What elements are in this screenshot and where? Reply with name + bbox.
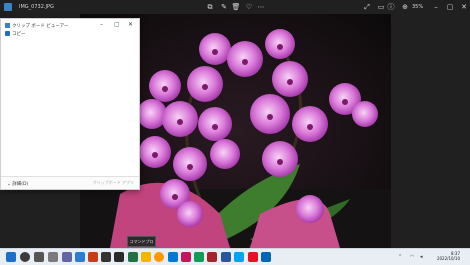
start-icon[interactable] (6, 252, 16, 262)
photos-taskbar-icon[interactable] (261, 252, 271, 262)
office-icon[interactable] (88, 252, 98, 262)
clipboard-minimize-button[interactable]: – (100, 21, 103, 28)
clipboard-maximize-button[interactable]: ▢ (114, 21, 120, 28)
photos-titlebar: IMG_0732.JPG ⧉ ✎ 🗑 ♡ ⋯ ⤢ ▭ ⓘ ⊕ 35% – ▢ ✕ (0, 0, 470, 14)
file-explorer-icon[interactable] (141, 252, 151, 262)
zoom-icon[interactable]: ⊕ (400, 2, 410, 12)
clipboard-title-text: クリップ ボード ビューアー (12, 24, 69, 29)
clipboard-viewer-window[interactable]: クリップ ボード ビューアー – ▢ ✕ コピー ⌄ 詳細(D) クリップボード… (0, 18, 140, 190)
file-name: IMG_0732.JPG (19, 4, 54, 10)
clipboard-footer: ⌄ 詳細(D) クリップボード アプリ (1, 176, 139, 189)
slideshow-icon[interactable]: ▭ (376, 2, 386, 12)
maximize-button[interactable]: ▢ (445, 2, 455, 12)
clipboard-close-button[interactable]: ✕ (128, 21, 133, 28)
details-button[interactable]: ⌄ 詳細(D) (7, 181, 28, 187)
clipboard-app-icon (5, 23, 10, 28)
firefox-icon[interactable] (154, 252, 164, 262)
clipboard-item-icon (5, 31, 10, 36)
clock-date: 2022/10/10 (436, 256, 460, 261)
app-icon-1[interactable] (181, 252, 191, 262)
clock[interactable]: 8:37 2022/10/10 (437, 251, 460, 261)
edge-icon[interactable] (75, 252, 85, 262)
clipboard-item-label: コピー (12, 32, 26, 37)
favorite-icon[interactable]: ♡ (244, 2, 254, 12)
chevron-up-icon[interactable]: ⌃ (398, 254, 402, 260)
photos-app-icon (4, 3, 12, 11)
terminal-icon[interactable] (101, 252, 111, 262)
taskbar-tooltip: コマンドプロンプト (127, 236, 156, 253)
zoom-level: 35% (412, 4, 424, 10)
app-icon-4[interactable] (234, 252, 244, 262)
volume-icon[interactable]: ◂ (420, 254, 423, 260)
store-icon[interactable] (168, 252, 178, 262)
command-prompt-icon[interactable] (114, 252, 124, 262)
clipboard-item[interactable]: コピー (5, 31, 26, 37)
app-icon-3[interactable] (207, 252, 217, 262)
close-button[interactable]: ✕ (459, 2, 469, 12)
search-icon[interactable] (20, 252, 30, 262)
wifi-icon[interactable]: ◠ (410, 254, 414, 260)
word-icon[interactable] (221, 252, 231, 262)
delete-icon[interactable]: 🗑 (231, 2, 241, 12)
minimize-button[interactable]: – (431, 2, 441, 12)
excel-icon[interactable] (128, 252, 138, 262)
expand-icon[interactable]: ⤢ (362, 2, 372, 12)
crop-icon[interactable]: ⧉ (205, 2, 215, 12)
more-icon[interactable]: ⋯ (256, 2, 266, 12)
widgets-icon[interactable] (48, 252, 58, 262)
task-view-icon[interactable] (34, 252, 44, 262)
clipboard-app-button[interactable]: クリップボード アプリ (93, 180, 134, 186)
chat-icon[interactable] (62, 252, 72, 262)
taskbar: ⌃ ◠ ◂ 8:37 2022/10/10 (0, 248, 470, 265)
details-label: 詳細(D) (12, 181, 29, 187)
edit-icon[interactable]: ✎ (219, 2, 229, 12)
app-icon-5[interactable] (248, 252, 258, 262)
clipboard-viewer-title: クリップ ボード ビューアー (5, 23, 68, 29)
app-icon-2[interactable] (194, 252, 204, 262)
info-icon[interactable]: ⓘ (386, 2, 396, 12)
